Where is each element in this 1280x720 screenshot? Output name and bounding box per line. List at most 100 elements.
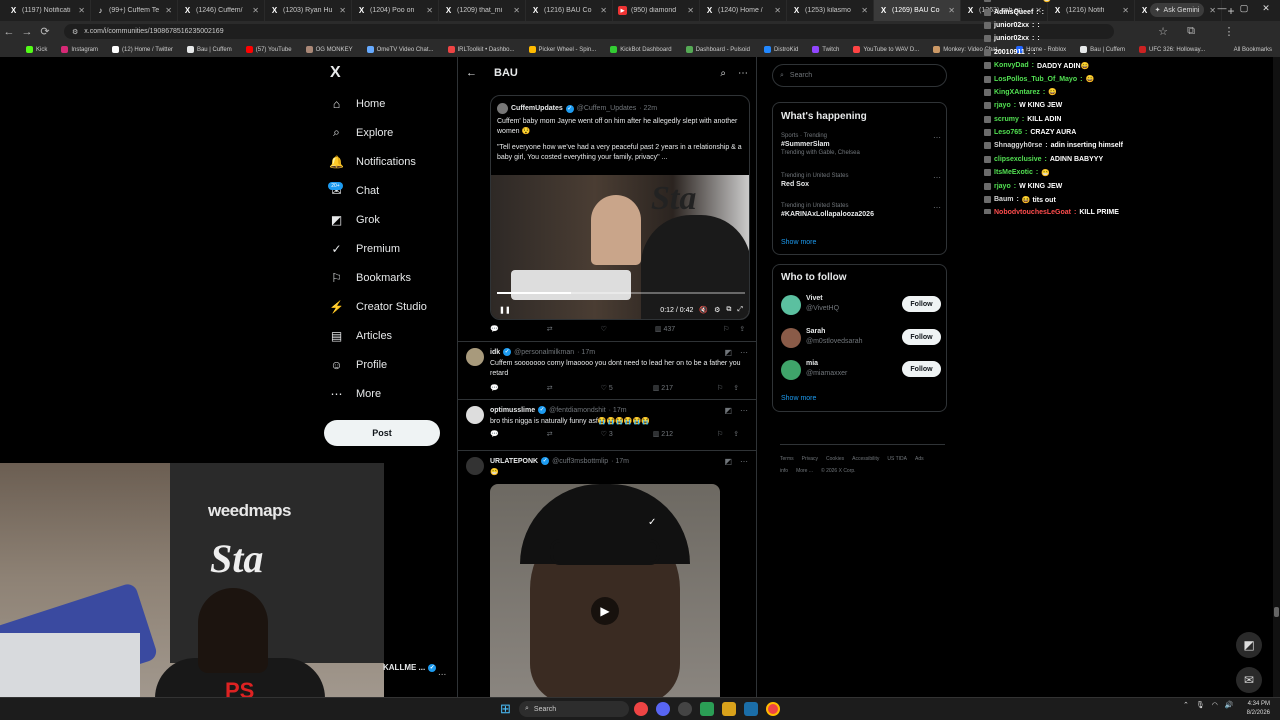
bookmark-icon[interactable]: ⚐ (717, 430, 723, 438)
tweet-author[interactable]: idk (490, 349, 500, 356)
chat-username[interactable]: Leso765 (994, 129, 1022, 136)
settings-icon[interactable]: ⚙ (714, 306, 720, 314)
bookmark-icon[interactable]: ⚐ (717, 384, 723, 392)
tweet-handle[interactable]: @cuff3msbottmlip (552, 458, 608, 465)
browser-tab[interactable]: ▶ (950) diamond ✕ (613, 0, 700, 21)
chat-username[interactable]: Shnaggyh0rse (994, 142, 1042, 149)
grok-icon[interactable]: ◩ (724, 348, 732, 357)
quoted-tweet[interactable]: CuffemUpdates ✓ @Cuffem_Updates · 22m Cu… (490, 95, 750, 320)
trend-more-icon[interactable]: ⋯ (933, 203, 941, 212)
footer-link[interactable]: © 2026 X Corp. (821, 468, 856, 474)
retweet-icon[interactable]: ⇄ (547, 430, 553, 438)
chat-username[interactable]: KonvyDad (994, 62, 1029, 69)
quote-video[interactable]: Sta ❚❚ 0:12 / 0:42 🔇 ⚙ ⧉ ⤢ (491, 175, 749, 319)
pip-icon[interactable]: ⧉ (726, 306, 731, 314)
app-icon[interactable] (700, 702, 714, 716)
bookmark-item[interactable]: Picker Wheel - Spin... (528, 46, 596, 53)
quote-handle[interactable]: @Cuffem_Updates (577, 105, 637, 112)
search-icon[interactable]: ⌕ (720, 68, 726, 79)
nav-item-profile[interactable]: ☺ Profile (330, 350, 450, 379)
chat-username[interactable]: junior02xx (994, 35, 1029, 42)
play-icon[interactable]: ▶ (591, 597, 619, 625)
quote-author[interactable]: CuffemUpdates (511, 105, 563, 112)
trend-item[interactable]: Trending in United States #KARINAxLollapa… (781, 203, 941, 218)
tab-close-icon[interactable]: ✕ (948, 6, 955, 15)
nav-item-articles[interactable]: ▤ Articles (330, 321, 450, 350)
chat-username[interactable]: NobodytouchesLeGoat (994, 209, 1071, 214)
chat-username[interactable]: junior02xx (994, 22, 1029, 29)
tray-chevron-icon[interactable]: ⌃ (1183, 701, 1189, 709)
account-switcher-name[interactable]: KALLME ... ✓ (383, 663, 437, 672)
follow-name[interactable]: Sarah (806, 328, 825, 335)
forward-nav-icon[interactable]: → (18, 26, 36, 38)
share-icon[interactable]: ⇪ (733, 430, 739, 438)
chrome-active-icon[interactable] (766, 702, 780, 716)
browser-tab[interactable]: X (1203) Ryan Hu ✕ (265, 0, 352, 21)
mic-icon[interactable]: 🎙 (1196, 701, 1205, 709)
tab-close-icon[interactable]: ✕ (861, 6, 868, 15)
tab-close-icon[interactable]: ✕ (774, 6, 781, 15)
follow-avatar[interactable] (781, 295, 801, 315)
tweet[interactable]: optimusslime ✓ @fentdiamondshit · 17m ◩ ⋯ bro … (458, 399, 756, 450)
nav-item-more[interactable]: ⋯ More (330, 379, 450, 408)
browser-tab[interactable]: ♪ (99+) Cuffem Te ✕ (91, 0, 178, 21)
chat-username[interactable]: scrumy (994, 116, 1019, 123)
search-input[interactable]: ⌕ Search (772, 64, 947, 87)
nav-item-bookmarks[interactable]: ⚐ Bookmarks (330, 263, 450, 292)
tweet-video[interactable]: ✓ ▶ (490, 484, 720, 697)
follow-suggestion[interactable]: mia @miamaxxer Follow (781, 358, 941, 384)
post-button[interactable]: Post (324, 420, 440, 446)
chat-username[interactable]: LosPollos_Tub_Of_Mayo (994, 76, 1077, 83)
bookmark-item[interactable]: KickBot Dashboard (610, 46, 672, 53)
bookmark-item[interactable]: DistroKid (763, 46, 798, 53)
follow-button[interactable]: Follow (902, 296, 941, 312)
more-icon[interactable]: ⋯ (740, 457, 748, 466)
quote-avatar[interactable] (497, 103, 508, 114)
nav-item-notifications[interactable]: 🔔 Notifications (329, 147, 450, 176)
browser-tab[interactable]: X (1216) BAU Co ✕ (526, 0, 613, 21)
more-icon[interactable]: ⋯ (738, 68, 748, 79)
pause-icon[interactable]: ❚❚ (499, 306, 511, 314)
follow-suggestion[interactable]: Sarah @m0stlovedsarah Follow (781, 326, 941, 352)
browser-tab[interactable]: X (1209) that_mi ✕ (439, 0, 526, 21)
more-icon[interactable]: ⋯ (740, 348, 748, 357)
browser-tab[interactable]: X (1240) Home / ✕ (700, 0, 787, 21)
tweet-author[interactable]: URLATEPONK (490, 458, 538, 465)
reload-icon[interactable]: ⟳ (36, 25, 54, 38)
footer-link[interactable]: More ... (796, 468, 813, 474)
follow-button[interactable]: Follow (902, 361, 941, 377)
tweet-avatar[interactable] (466, 348, 484, 366)
trend-item[interactable]: Sports · Trending #SummerSlam ⋯ Trending wi… (781, 133, 941, 156)
trend-more-icon[interactable]: ⋯ (933, 173, 941, 182)
tweet-avatar[interactable] (466, 406, 484, 424)
discord-icon[interactable] (656, 702, 670, 716)
fullscreen-icon[interactable]: ⤢ (737, 306, 743, 314)
tab-close-icon[interactable]: ✕ (687, 6, 694, 15)
obs-icon[interactable] (678, 702, 692, 716)
views-icon[interactable]: ▥ 217 (653, 384, 673, 392)
bookmark-item[interactable]: (12) Home / Twitter (112, 46, 173, 53)
chat-username[interactable]: clipsexclusive (994, 156, 1041, 163)
more-icon[interactable]: ⋯ (740, 406, 748, 415)
footer-link[interactable]: US TIDA (887, 456, 907, 462)
chat-username[interactable]: KingXAntarez (994, 89, 1040, 96)
footer-link[interactable]: Cookies (826, 456, 844, 462)
like-icon[interactable]: ♡ (601, 325, 607, 333)
browser-tab[interactable]: X (1246) Cuffem/ ✕ (178, 0, 265, 21)
account-more-icon[interactable]: ... (438, 667, 446, 678)
views-icon[interactable]: ▥ 212 (653, 430, 673, 438)
bookmark-item[interactable]: IRLToolkit • Dashbo... (447, 46, 515, 53)
browser-tab[interactable]: X (1197) Notificati ✕ (4, 0, 91, 21)
chat-username[interactable]: rjayo (994, 102, 1011, 109)
grok-icon[interactable]: ◩ (724, 406, 732, 415)
browser-tab[interactable]: X (1204) Poo on ✕ (352, 0, 439, 21)
chrome-icon[interactable] (634, 702, 648, 716)
like-icon[interactable]: ♡ 5 (601, 384, 613, 392)
share-icon[interactable]: ⇪ (733, 384, 739, 392)
follow-name[interactable]: mia (806, 360, 818, 367)
mute-icon[interactable]: 🔇 (699, 306, 708, 314)
trend-item[interactable]: Trending in United States Red Sox ⋯ (781, 173, 941, 188)
tab-close-icon[interactable]: ✕ (252, 6, 259, 15)
follow-suggestion[interactable]: Vivet @VivetHQ Follow (781, 293, 941, 319)
page-scrollbar[interactable] (1273, 57, 1280, 697)
